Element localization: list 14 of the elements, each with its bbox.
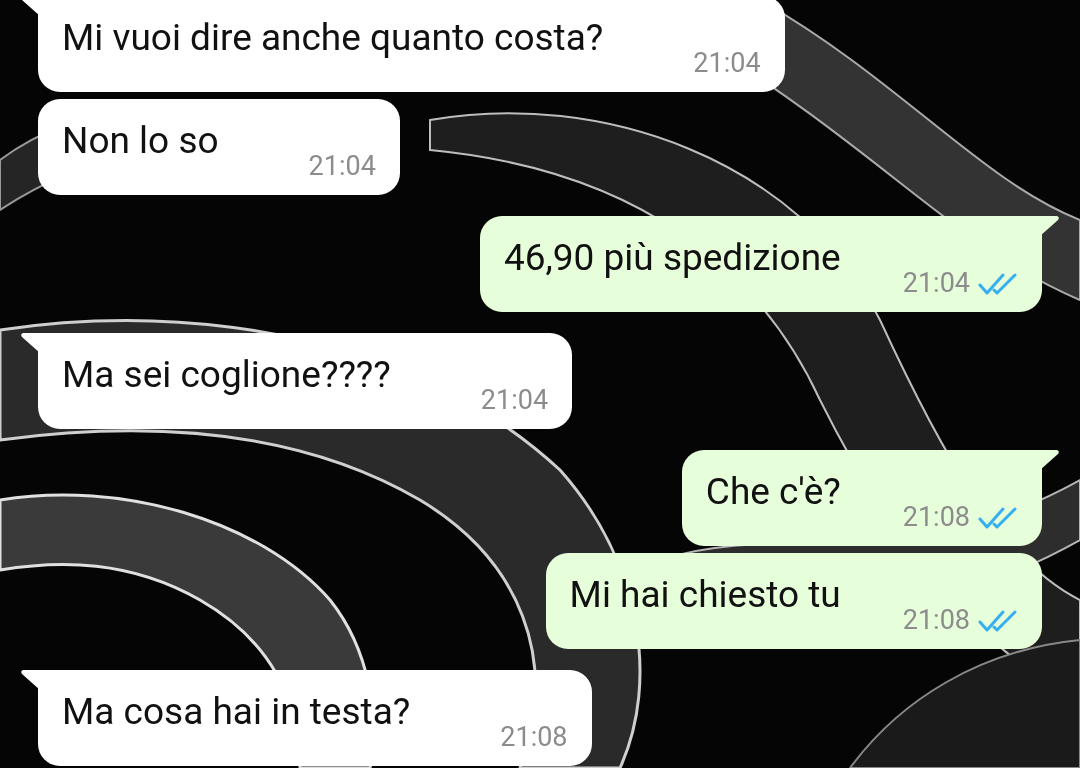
message-time: 21:08 <box>902 603 970 638</box>
message-time: 21:04 <box>902 266 970 301</box>
message-text: Non lo so <box>62 118 219 163</box>
message-time: 21:04 <box>693 46 761 81</box>
message-text: Mi hai chiesto tu <box>569 572 841 617</box>
message-time: 21:04 <box>308 149 376 184</box>
message-text: 46,90 più spedizione <box>503 235 841 280</box>
message-time: 21:08 <box>902 500 970 535</box>
message-time: 21:08 <box>500 720 568 755</box>
message-text: Che c'è? <box>705 469 841 514</box>
message-time: 21:04 <box>480 383 549 418</box>
message-text: Ma cosa hai in testa? <box>62 689 411 734</box>
message-text: Mi vuoi dire anche quanto costa? <box>62 15 604 60</box>
message-text: Ma sei coglione???? <box>62 352 391 397</box>
